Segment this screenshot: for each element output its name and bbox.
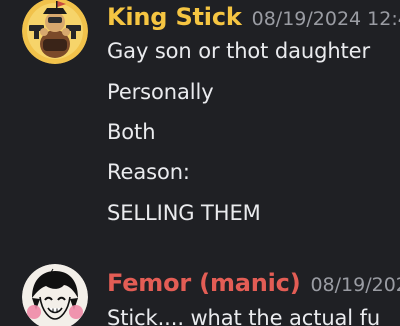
avatar[interactable] — [22, 264, 88, 326]
timestamp: 08/19/2024 12:4 — [251, 8, 400, 30]
message-header: Femor (manic) 08/19/202 — [107, 269, 400, 297]
message-text-line: SELLING THEM — [107, 201, 261, 225]
message-header: King Stick 08/19/2024 12:4 — [107, 3, 400, 31]
chat-log: King Stick 08/19/2024 12:4 Gay son or tho… — [0, 0, 400, 326]
avatar-anime-sketch-icon — [22, 264, 88, 326]
message-text-line: Reason: — [107, 160, 190, 184]
timestamp: 08/19/202 — [310, 274, 400, 296]
username[interactable]: King Stick — [107, 3, 242, 31]
message-text-line: Personally — [107, 80, 214, 104]
avatar[interactable] — [22, 0, 88, 64]
message-text-line: Both — [107, 120, 156, 144]
username[interactable]: Femor (manic) — [107, 269, 301, 297]
avatar-character-with-guns-icon — [22, 0, 88, 64]
message-text-line: Gay son or thot daughter — [107, 39, 371, 63]
message-text-line: Stick.... what the actual fu — [107, 306, 381, 326]
